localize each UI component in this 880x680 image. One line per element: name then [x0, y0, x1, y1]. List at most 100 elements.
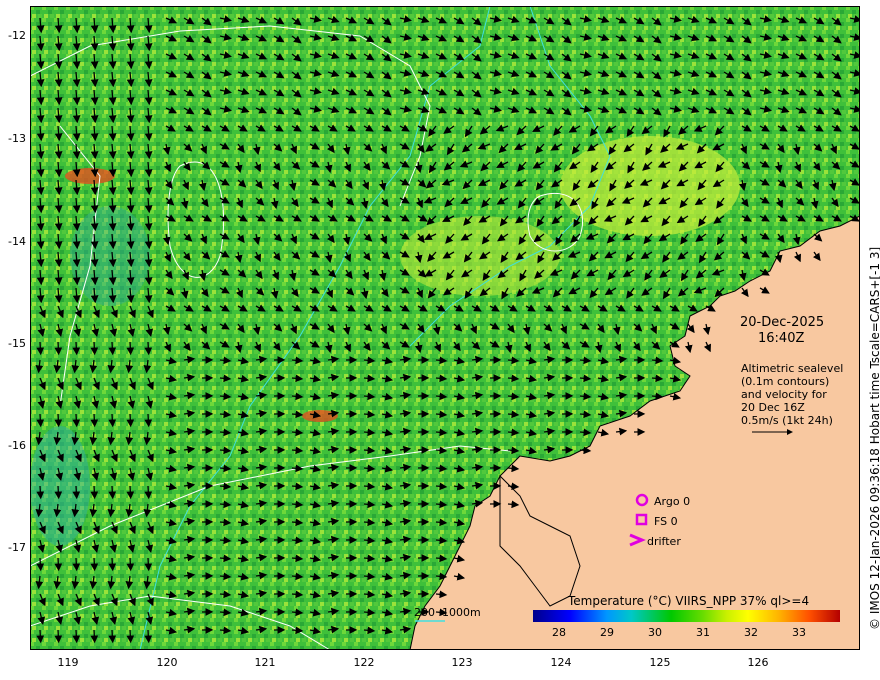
- velocity-arrow: [291, 536, 304, 545]
- velocity-arrow: [363, 374, 376, 383]
- velocity-arrow: [291, 410, 304, 419]
- velocity-arrow: [219, 428, 232, 437]
- velocity-arrow: [219, 500, 232, 509]
- depth-label-1000: 1000m: [442, 606, 481, 619]
- velocity-arrow: [651, 392, 664, 401]
- y-label-12: -12: [8, 29, 26, 42]
- velocity-arrow: [36, 557, 45, 572]
- info-line: Altimetric sealevel: [741, 362, 844, 375]
- velocity-arrow: [54, 413, 63, 428]
- velocity-arrow: [435, 500, 448, 509]
- velocity-arrow: [90, 629, 99, 644]
- velocity-arrow: [126, 341, 135, 356]
- velocity-arrow: [108, 485, 117, 500]
- colorbar-tick: 30: [648, 626, 662, 639]
- velocity-arrow: [291, 572, 304, 581]
- velocity-arrow: [219, 554, 232, 563]
- velocity-arrow: [435, 374, 448, 383]
- velocity-arrow: [579, 374, 592, 383]
- velocity-arrow: [507, 410, 520, 419]
- velocity-arrow: [54, 341, 63, 356]
- info-line: (0.1m contours): [741, 375, 830, 388]
- y-label-13: -13: [8, 132, 26, 145]
- velocity-arrow: [54, 557, 63, 572]
- velocity-arrow: [435, 410, 448, 419]
- velocity-arrow: [90, 485, 99, 500]
- x-label-122: 122: [353, 656, 375, 669]
- credit-label: © IMOS 12-Jan-2026 09:36:18 Hobart time …: [868, 246, 880, 630]
- y-label-16: -16: [8, 439, 26, 452]
- warm-patch: [302, 410, 338, 422]
- velocity-arrow: [72, 341, 81, 356]
- velocity-arrow: [219, 482, 232, 491]
- cool-patch: [70, 206, 150, 306]
- velocity-arrow: [363, 356, 376, 365]
- velocity-arrow: [435, 428, 448, 437]
- colorbar: [533, 610, 840, 622]
- velocity-arrow: [291, 482, 304, 491]
- y-label-14: -14: [8, 235, 26, 248]
- velocity-arrow: [90, 341, 99, 356]
- velocity-arrow: [435, 392, 448, 401]
- velocity-arrow: [219, 608, 232, 617]
- velocity-arrow: [219, 464, 232, 473]
- y-label-17: -17: [8, 541, 26, 554]
- velocity-arrow: [126, 629, 135, 644]
- velocity-arrow: [126, 413, 135, 428]
- velocity-arrow: [219, 590, 232, 599]
- velocity-arrow: [435, 572, 448, 581]
- velocity-arrow: [291, 392, 304, 401]
- velocity-arrow: [219, 626, 232, 635]
- velocity-arrow: [90, 557, 99, 572]
- velocity-arrow: [72, 629, 81, 644]
- velocity-arrow: [651, 356, 664, 365]
- x-label-121: 121: [254, 656, 276, 669]
- date-label: 20-Dec-2025: [740, 315, 825, 330]
- y-label-15: -15: [8, 337, 26, 350]
- velocity-arrow: [363, 392, 376, 401]
- velocity-arrow: [219, 374, 232, 383]
- velocity-arrow: [363, 572, 376, 581]
- velocity-arrow: [291, 518, 304, 527]
- colorbar-title: Temperature (°C) VIIRS_NPP 37% ql>=4: [568, 594, 810, 608]
- velocity-arrow: [435, 536, 448, 545]
- x-label-124: 124: [550, 656, 572, 669]
- velocity-arrow: [219, 518, 232, 527]
- x-label-125: 125: [649, 656, 671, 669]
- velocity-arrow: [651, 374, 664, 383]
- velocity-arrow: [108, 629, 117, 644]
- legend-fs-label: FS 0: [654, 515, 678, 528]
- velocity-arrow: [507, 392, 520, 401]
- velocity-arrow: [507, 482, 520, 491]
- velocity-arrow: [291, 446, 304, 455]
- velocity-arrow: [108, 557, 117, 572]
- velocity-arrow: [144, 485, 153, 500]
- legend-drifter-label: drifter: [647, 535, 681, 548]
- velocity-arrow: [579, 410, 592, 419]
- info-line: and velocity for: [741, 388, 827, 401]
- velocity-arrow: [72, 413, 81, 428]
- velocity-arrow: [435, 356, 448, 365]
- velocity-arrow: [507, 464, 520, 473]
- velocity-arrow: [219, 572, 232, 581]
- velocity-arrow: [36, 341, 45, 356]
- velocity-arrow: [90, 413, 99, 428]
- velocity-arrow: [108, 341, 117, 356]
- velocity-arrow: [291, 374, 304, 383]
- velocity-arrow: [219, 392, 232, 401]
- velocity-arrow: [435, 464, 448, 473]
- velocity-arrow: [363, 410, 376, 419]
- velocity-arrow: [219, 410, 232, 419]
- time-label: 16:40Z: [758, 331, 805, 346]
- velocity-arrow: [291, 500, 304, 509]
- velocity-arrow: [72, 557, 81, 572]
- velocity-arrow: [219, 446, 232, 455]
- velocity-arrow: [579, 356, 592, 365]
- warm-patch: [560, 136, 740, 236]
- colorbar-tick: 29: [600, 626, 614, 639]
- velocity-arrow: [363, 428, 376, 437]
- velocity-arrow: [363, 518, 376, 527]
- velocity-arrow: [126, 557, 135, 572]
- velocity-arrow: [291, 356, 304, 365]
- warm-patch: [400, 216, 560, 296]
